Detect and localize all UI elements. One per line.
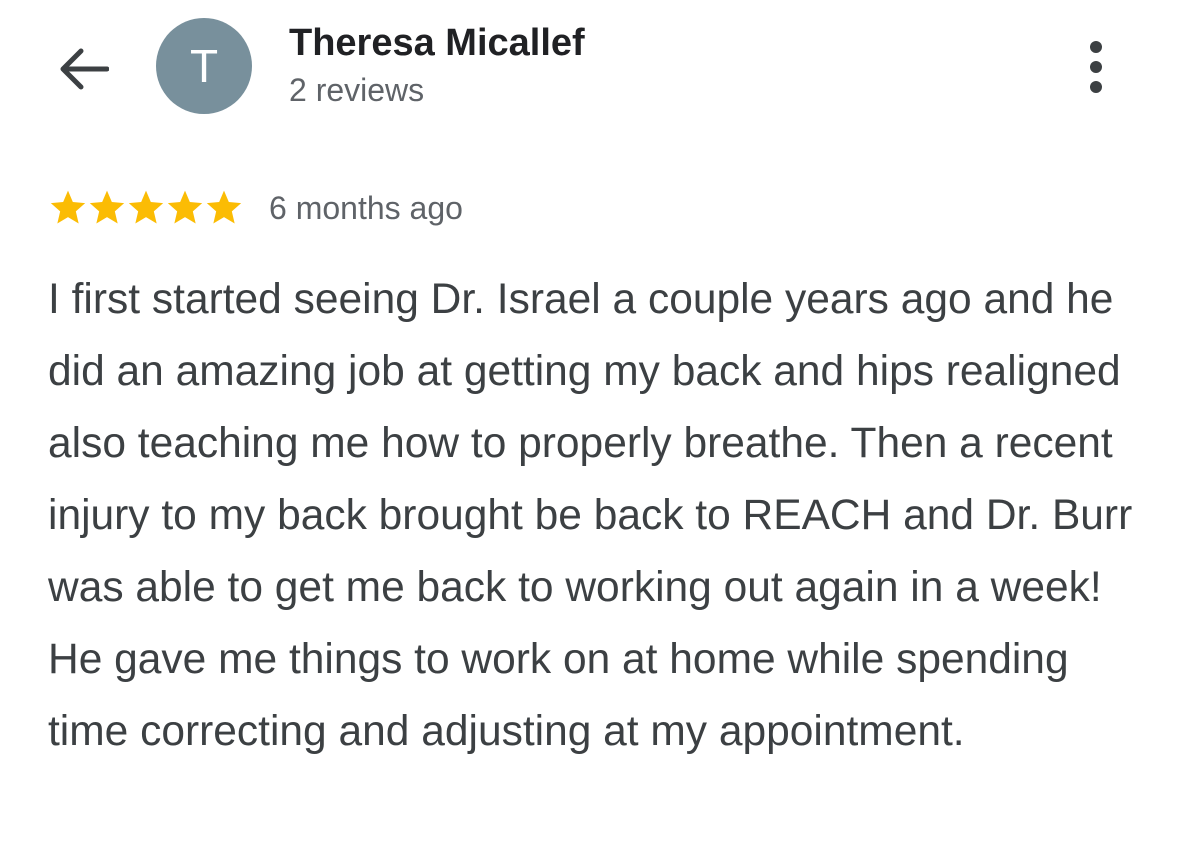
star-icon bbox=[128, 190, 164, 224]
star-icon bbox=[206, 190, 242, 224]
avatar-initial: T bbox=[189, 40, 219, 92]
avatar[interactable]: T bbox=[156, 18, 252, 114]
rating-row: 6 months ago bbox=[48, 186, 463, 230]
review-header: T Theresa Micallef 2 reviews bbox=[0, 0, 1179, 150]
star-icon bbox=[167, 190, 203, 224]
arrow-left-icon bbox=[60, 48, 109, 90]
reviewer-name[interactable]: Theresa Micallef bbox=[289, 22, 585, 65]
star-icon bbox=[89, 190, 125, 224]
back-button[interactable] bbox=[52, 38, 114, 100]
review-time: 6 months ago bbox=[269, 189, 463, 226]
review-count: 2 reviews bbox=[289, 72, 425, 108]
review-body: I first started seeing Dr. Israel a coup… bbox=[48, 276, 1133, 755]
star-icon bbox=[50, 190, 86, 224]
more-vert-icon bbox=[1090, 41, 1102, 93]
more-options-button[interactable] bbox=[1070, 36, 1122, 98]
star-rating bbox=[48, 186, 243, 230]
